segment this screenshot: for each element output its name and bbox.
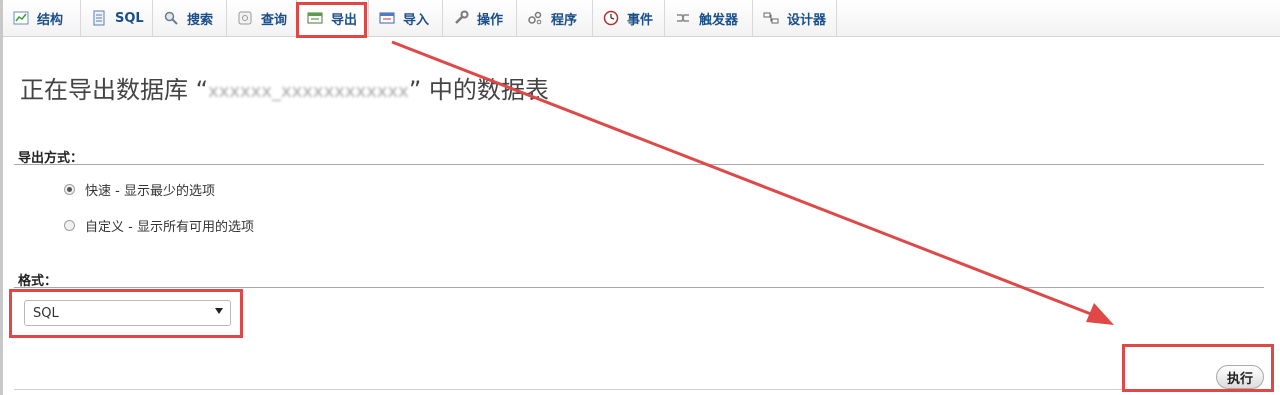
- sql-icon: [91, 10, 107, 26]
- format-divider: [14, 287, 1264, 288]
- tab-operations[interactable]: 操作: [443, 0, 517, 36]
- import-icon: [379, 10, 395, 26]
- annotation-box-format-select: [9, 289, 243, 338]
- query-icon: [237, 10, 253, 26]
- tab-label: SQL: [115, 10, 144, 26]
- tab-import[interactable]: 导入: [369, 0, 443, 36]
- radio-quick[interactable]: [64, 184, 75, 195]
- clock-icon: [603, 10, 619, 26]
- routines-icon: [527, 10, 543, 26]
- export-method-custom-option[interactable]: 自定义 - 显示所有可用的选项: [64, 216, 254, 235]
- export-method-quick-option[interactable]: 快速 - 显示最少的选项: [64, 180, 215, 199]
- designer-icon: [763, 10, 779, 26]
- tab-events[interactable]: 事件: [593, 0, 665, 36]
- title-prefix: 正在导出数据库 “: [20, 76, 209, 104]
- radio-custom[interactable]: [64, 220, 75, 231]
- radio-custom-label: 自定义 - 显示所有可用的选项: [85, 220, 254, 235]
- tab-label: 搜索: [187, 12, 214, 28]
- structure-icon: [13, 10, 29, 26]
- radio-quick-label: 快速 - 显示最少的选项: [85, 184, 215, 199]
- title-suffix: ” 中的数据表: [408, 76, 549, 104]
- search-icon: [163, 10, 179, 26]
- page-title: 正在导出数据库 “xxxxxx_xxxxxxxxxxxx” 中的数据表: [20, 70, 549, 105]
- tab-label: 导入: [403, 12, 430, 28]
- triggers-icon: [675, 10, 691, 26]
- export-method-divider: [14, 164, 1264, 165]
- tab-label: 事件: [627, 12, 654, 28]
- annotation-box-go-button: [1122, 344, 1274, 392]
- tab-query[interactable]: 查询: [227, 0, 297, 36]
- tab-triggers[interactable]: 触发器: [665, 0, 753, 36]
- annotation-box-export-tab: [296, 2, 367, 38]
- tab-designer[interactable]: 设计器: [753, 0, 837, 36]
- tab-label: 查询: [261, 12, 288, 28]
- wrench-icon: [453, 10, 469, 26]
- tab-routines[interactable]: 程序: [517, 0, 593, 36]
- tab-structure[interactable]: 结构: [3, 0, 81, 36]
- tab-label: 操作: [477, 12, 504, 28]
- tab-search[interactable]: 搜索: [153, 0, 227, 36]
- database-name-blurred: xxxxxx_xxxxxxxxxxxx: [208, 80, 409, 102]
- bottom-divider: [14, 389, 1264, 390]
- tab-label: 程序: [551, 12, 578, 28]
- tab-bar: 结构 SQL 搜索 查询 导出 导入 操作 程序 事件 触发器 设计器: [3, 0, 1280, 37]
- tab-label: 结构: [37, 12, 64, 28]
- tab-label: 触发器: [699, 12, 739, 28]
- tab-sql[interactable]: SQL: [81, 0, 153, 36]
- tab-label: 设计器: [787, 12, 827, 28]
